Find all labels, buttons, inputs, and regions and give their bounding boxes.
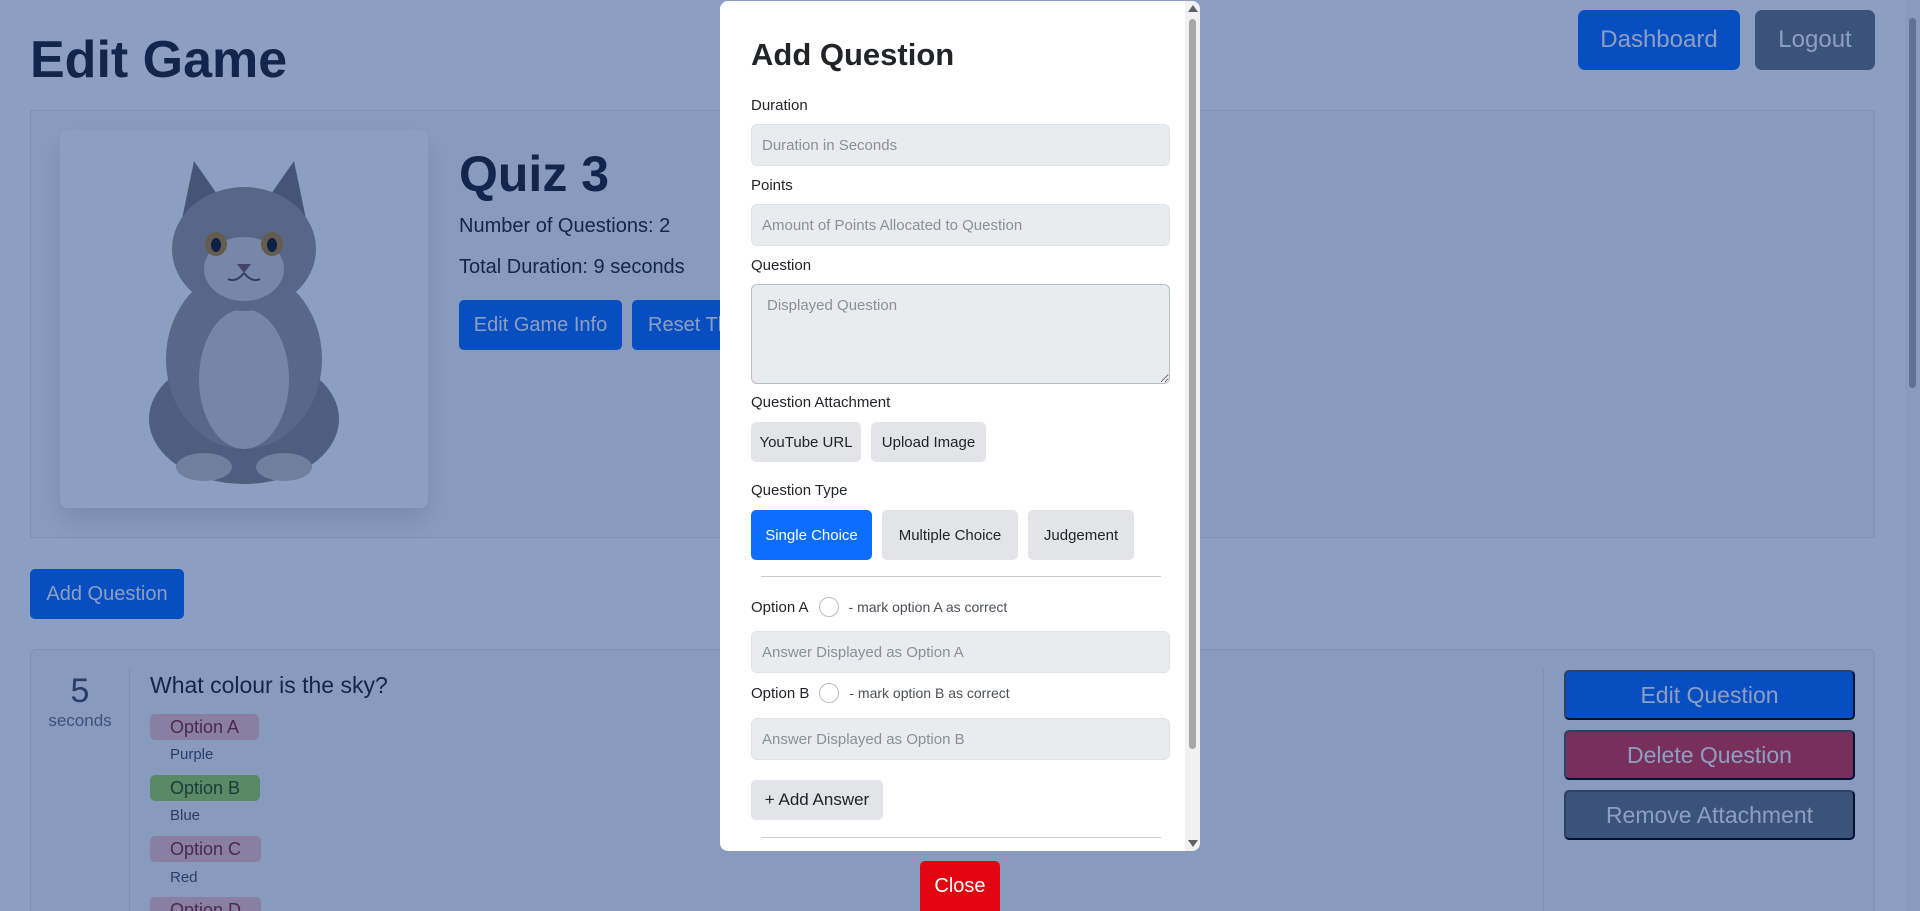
close-modal-button[interactable]: Close — [920, 861, 1000, 911]
scroll-up-icon[interactable] — [1188, 5, 1198, 12]
upload-image-button[interactable]: Upload Image — [871, 422, 986, 462]
option-a-row: Option A - mark option A as correct — [751, 597, 1007, 617]
question-textarea[interactable] — [751, 284, 1170, 384]
duration-input[interactable] — [751, 124, 1170, 166]
modal-scrollbar[interactable] — [1185, 1, 1200, 851]
question-label: Question — [751, 257, 812, 274]
divider — [761, 576, 1161, 577]
single-choice-button[interactable]: Single Choice — [751, 510, 872, 560]
youtube-url-button[interactable]: YouTube URL — [751, 422, 861, 462]
divider — [761, 837, 1161, 838]
points-input[interactable] — [751, 204, 1170, 246]
scrollbar-thumb[interactable] — [1189, 19, 1196, 749]
option-b-row: Option B - mark option B as correct — [751, 683, 1010, 703]
modal-body: Add Question Duration Points Question Qu… — [720, 1, 1185, 851]
option-b-correct-radio[interactable] — [819, 683, 840, 703]
option-a-mark-text: - mark option A as correct — [848, 599, 1008, 615]
add-question-modal: Add Question Duration Points Question Qu… — [720, 1, 1200, 851]
scroll-down-icon[interactable] — [1188, 840, 1198, 847]
option-b-input[interactable] — [751, 718, 1170, 760]
option-b-mark-text: - mark option B as correct — [849, 685, 1010, 701]
judgement-button[interactable]: Judgement — [1028, 510, 1134, 560]
option-b-label: Option B — [751, 684, 810, 702]
option-a-label: Option A — [751, 598, 809, 616]
add-answer-button[interactable]: + Add Answer — [751, 780, 883, 820]
duration-label: Duration — [751, 97, 808, 114]
modal-title: Add Question — [751, 37, 955, 72]
question-type-label: Question Type — [751, 482, 848, 499]
option-a-input[interactable] — [751, 631, 1170, 673]
multiple-choice-button[interactable]: Multiple Choice — [882, 510, 1018, 560]
option-a-correct-radio[interactable] — [818, 597, 839, 617]
points-label: Points — [751, 177, 793, 194]
attachment-label: Question Attachment — [751, 394, 891, 411]
